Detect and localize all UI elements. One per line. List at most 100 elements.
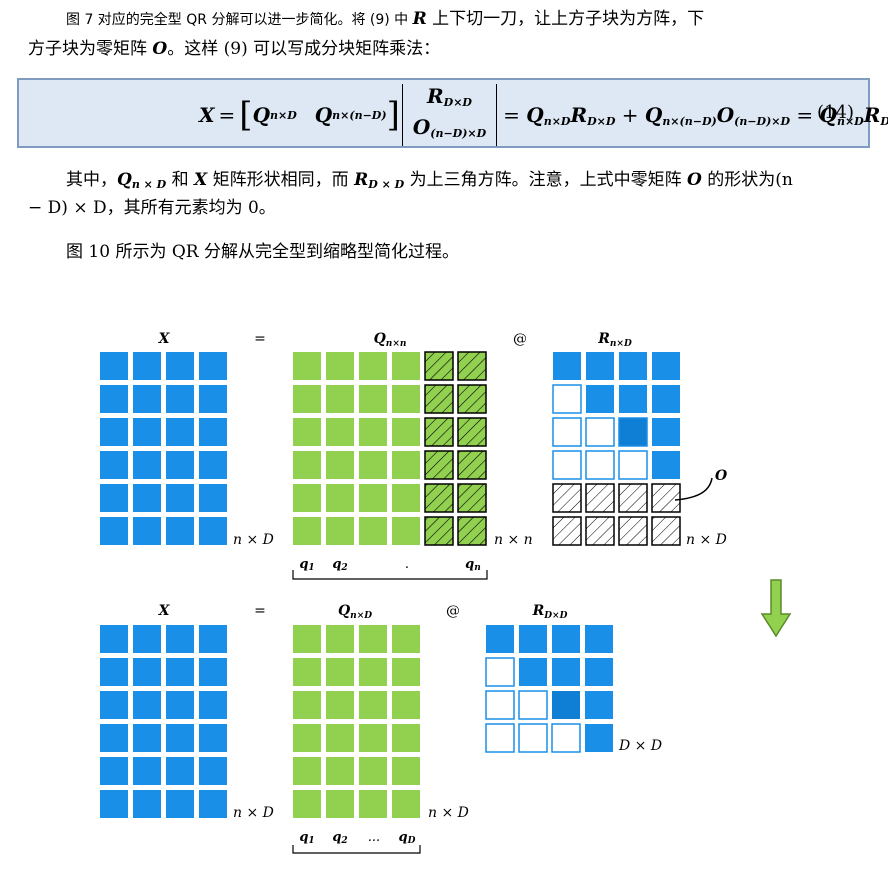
top-q-cell xyxy=(326,385,354,413)
symbol-R: R xyxy=(412,9,427,29)
bottom-r-cell xyxy=(585,691,613,719)
bottom-x-cell xyxy=(100,790,128,818)
equation-number: (14) xyxy=(817,102,854,123)
bottom-x-cell xyxy=(133,757,161,785)
top-q-hatched-cell xyxy=(457,417,487,447)
top-x-cell xyxy=(166,385,194,413)
top-q-cell xyxy=(359,418,387,446)
bottom-q-cell xyxy=(392,625,420,653)
eq-X: X xyxy=(199,103,215,127)
top-q-cell xyxy=(326,517,354,545)
top-q-cell xyxy=(392,352,420,380)
top-x-cell xyxy=(133,418,161,446)
eq-O-block-sub: (n−D)×D xyxy=(430,127,487,140)
top-r-zero-cell xyxy=(552,483,582,513)
symbol-O: O xyxy=(152,39,168,59)
top-r-cell xyxy=(619,352,647,380)
top-x-cell xyxy=(199,418,227,446)
bottom-x-cell xyxy=(199,790,227,818)
top-q-cell xyxy=(392,385,420,413)
bottom-q-cell xyxy=(293,625,321,653)
bottom-x-cell xyxy=(133,658,161,686)
eq-R-dd-sub: D×D xyxy=(443,96,472,109)
top-r-cell xyxy=(618,417,648,447)
top-q-cell xyxy=(326,418,354,446)
bottom-q-cell xyxy=(359,724,387,752)
top-r-cell xyxy=(652,451,680,479)
top-x-cell xyxy=(166,484,194,512)
bottom-r-cell xyxy=(585,625,613,653)
bottom-x-cell xyxy=(133,691,161,719)
bottom-q-cell xyxy=(392,724,420,752)
bottom-q-cell xyxy=(326,625,354,653)
down-arrow-icon xyxy=(760,579,792,638)
intro-text-1: 图 7 对应的完全型 QR 分解可以进一步简化。将 (9) 中 xyxy=(66,12,413,28)
top-q-cell xyxy=(293,352,321,380)
top-q-hatched-cell xyxy=(424,483,454,513)
top-q-cell xyxy=(359,385,387,413)
top-r-cell xyxy=(618,450,648,480)
top-q-hatched-cell xyxy=(424,516,454,546)
top-r-cell xyxy=(586,352,614,380)
top-equals: = xyxy=(254,331,266,347)
top-q-hatched-cell xyxy=(457,450,487,480)
bottom-q-cell xyxy=(326,724,354,752)
bottom-x-cell xyxy=(166,757,194,785)
bottom-equals: = xyxy=(254,603,266,619)
bottom-q-cell xyxy=(359,757,387,785)
top-q-hatched-cell xyxy=(457,483,487,513)
explain-text-5: 的形状为(n xyxy=(701,170,793,190)
top-x-cell xyxy=(100,484,128,512)
bottom-x-cell xyxy=(166,691,194,719)
top-q-col-dots: . xyxy=(405,557,409,572)
top-o-label: O xyxy=(715,468,728,484)
top-q-cell xyxy=(359,352,387,380)
top-x-cell xyxy=(100,352,128,380)
top-r-zero-cell xyxy=(618,516,648,546)
bottom-x-cell xyxy=(199,658,227,686)
top-q-cell xyxy=(293,484,321,512)
top-r-cell xyxy=(652,385,680,413)
top-q-cell xyxy=(392,484,420,512)
symbol-O-2: O xyxy=(686,170,702,190)
top-r-label: Rn×D xyxy=(597,331,632,349)
block-column: RD×D O(n−D)×D xyxy=(401,84,498,146)
bottom-q-col-2: q2 xyxy=(332,830,347,846)
top-q-cell xyxy=(293,451,321,479)
top-r-cell xyxy=(652,418,680,446)
bottom-q-cell xyxy=(293,658,321,686)
top-x-cell xyxy=(133,385,161,413)
symbol-R-2: R xyxy=(354,170,369,190)
bottom-x-cell xyxy=(100,658,128,686)
top-q-col-n: qn xyxy=(465,557,481,573)
figure-reference: 图 10 所示为 QR 分解从完全型到缩略型简化过程。 xyxy=(66,242,459,262)
bottom-x-cell xyxy=(100,757,128,785)
bottom-r-cell xyxy=(585,724,613,752)
explain-text-4: 为上三角方阵。注意，上式中零矩阵 xyxy=(404,170,687,190)
bottom-q-cell xyxy=(293,724,321,752)
intro-text-2: 上下切一刀，让上方子块为方阵，下 xyxy=(426,9,705,29)
top-r-zero-cell xyxy=(651,483,681,513)
bottom-x-cell xyxy=(199,757,227,785)
bottom-x-cell xyxy=(199,625,227,653)
top-x-cell xyxy=(133,484,161,512)
intro-text-3: 方子块为零矩阵 xyxy=(28,39,153,59)
top-r-cell xyxy=(553,352,581,380)
symbol-Q-sub: n × D xyxy=(131,178,167,191)
bottom-x-cell xyxy=(166,724,194,752)
top-r-cell xyxy=(552,384,582,414)
top-q-cell xyxy=(359,484,387,512)
top-q-cell xyxy=(392,517,420,545)
bottom-q-cell xyxy=(392,691,420,719)
explain-text-1: 其中， xyxy=(66,170,117,190)
bracket-left: [ xyxy=(239,95,253,135)
bottom-r-dim: D × D xyxy=(618,738,662,754)
bottom-q-col-dots: ... xyxy=(368,830,380,845)
eq-O-block: O xyxy=(412,115,431,139)
top-r-zero-cell xyxy=(618,483,648,513)
bottom-r-cell xyxy=(485,690,515,720)
top-x-cell xyxy=(199,352,227,380)
top-r-cell xyxy=(586,385,614,413)
top-x-cell xyxy=(199,484,227,512)
top-q-cell xyxy=(293,385,321,413)
